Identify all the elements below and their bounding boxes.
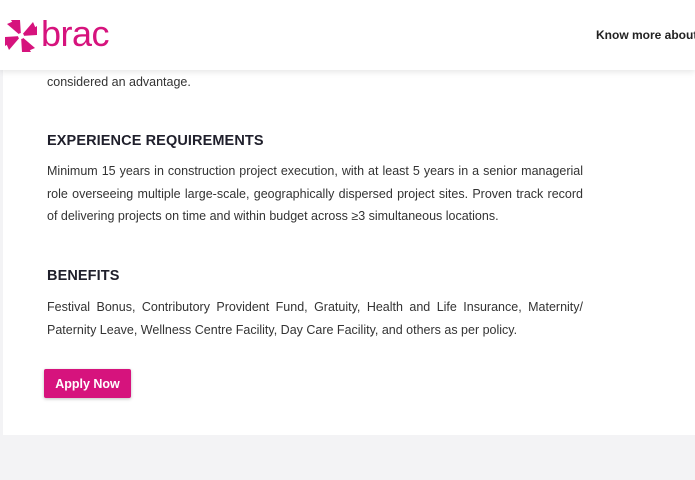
experience-title: EXPERIENCE REQUIREMENTS	[47, 133, 264, 149]
brac-pinwheel-logo-icon	[3, 18, 39, 54]
experience-text: Minimum 15 years in construction project…	[47, 164, 583, 223]
intro-tail-text: considered an advantage.	[47, 75, 191, 89]
job-detail-page: considered an advantage. EXPERIENCE REQU…	[0, 0, 695, 480]
logo-wordmark: brac	[41, 13, 110, 54]
site-header: brac Know more about B	[0, 0, 695, 70]
brac-logo[interactable]: brac	[3, 13, 110, 56]
apply-now-button[interactable]: Apply Now	[44, 369, 131, 398]
nav-know-more-link[interactable]: Know more about B	[596, 28, 695, 42]
benefits-text: Festival Bonus, Contributory Provident F…	[47, 300, 583, 337]
benefits-title: BENEFITS	[47, 268, 120, 284]
